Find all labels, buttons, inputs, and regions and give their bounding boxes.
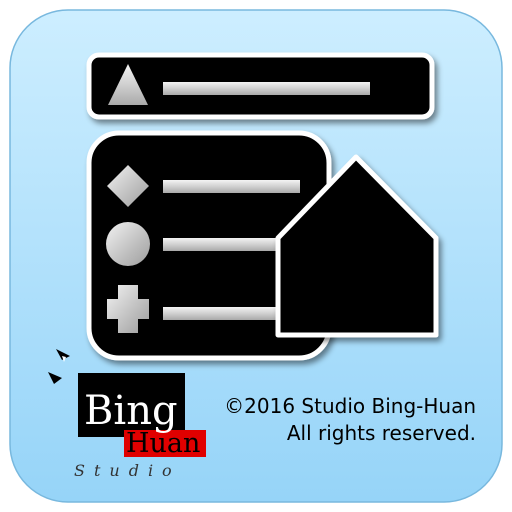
copyright-notice: ©2016 Studio Bing-Huan All rights reserv… [224, 393, 476, 447]
header-bar-line [163, 82, 370, 95]
list-item-line-1 [163, 180, 300, 193]
circle-icon [106, 222, 150, 266]
app-icon: Bing Huan Studio ©2016 Studio Bing-Huan … [0, 0, 512, 512]
logo-word-huan: Huan [126, 428, 200, 459]
copyright-line-1: ©2016 Studio Bing-Huan [224, 394, 476, 418]
copyright-line-2: All rights reserved. [286, 421, 476, 445]
logo-word-studio: Studio [74, 461, 181, 480]
